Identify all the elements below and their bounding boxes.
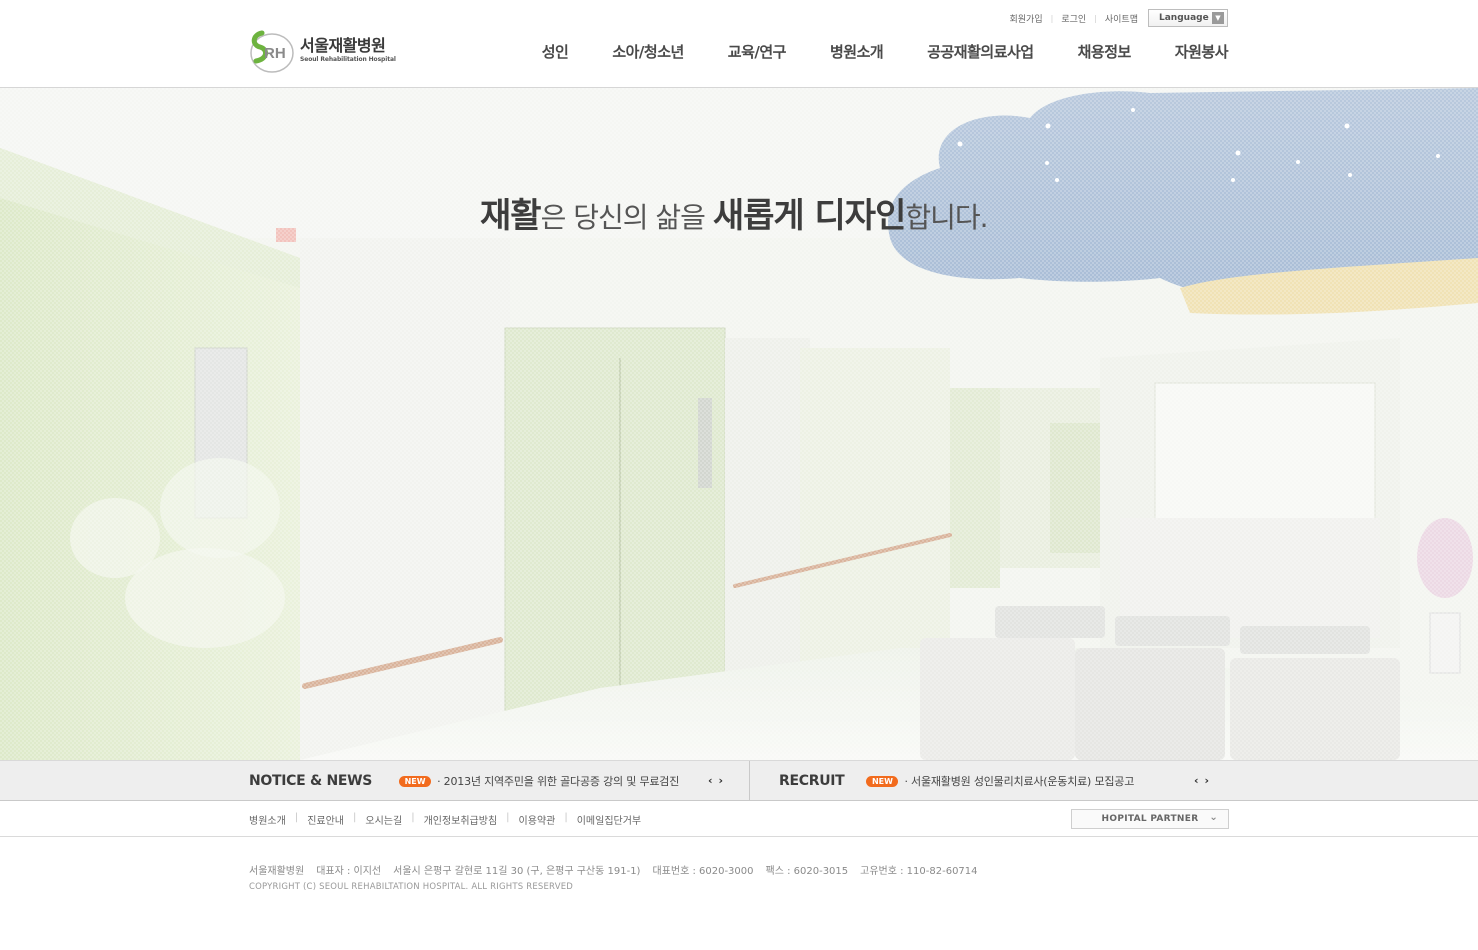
business-number: 고유번호 : 110-82-60714 [860, 866, 978, 877]
prev-arrow-icon[interactable]: ‹ [708, 774, 713, 787]
divider: | [1094, 13, 1097, 23]
footer-link-privacy[interactable]: 개인정보취급방침 [424, 812, 498, 827]
prev-arrow-icon[interactable]: ‹ [1194, 774, 1199, 787]
new-badge: NEW [866, 775, 899, 787]
footer-address-line: 서울재활병원 대표자 : 이지선 서울시 은평구 갈현로 11길 30 (구, … [249, 862, 990, 877]
sitemap-link[interactable]: 사이트맵 [1105, 12, 1138, 25]
join-link[interactable]: 회원가입 [1010, 12, 1043, 25]
new-badge: NEW [399, 775, 432, 787]
hero-banner: 재활은 당신의 삶을 새롭게 디자인합니다. [0, 88, 1478, 760]
next-arrow-icon[interactable]: › [1205, 774, 1210, 787]
nav-adult[interactable]: 성인 [542, 41, 569, 62]
notice-block: NOTICE & NEWS NEW · 2013년 지역주민을 위한 골다공증 … [249, 761, 679, 801]
copyright: COPYRIGHT (C) SEOUL REHABILTATION HOSPIT… [249, 882, 574, 892]
nav-volunteer[interactable]: 자원봉사 [1175, 41, 1229, 62]
nav-children[interactable]: 소아/청소년 [612, 41, 684, 62]
language-select[interactable]: Language ▼ [1148, 9, 1228, 27]
recruit-headline[interactable]: · 서울재활병원 성인물리치료사(운동치료) 모집공고 [904, 773, 1134, 789]
divider [749, 761, 750, 801]
nav-education[interactable]: 교육/연구 [728, 41, 787, 62]
phone: 대표번호 : 6020-3000 [652, 866, 754, 877]
main-nav: 성인 소아/청소년 교육/연구 병원소개 공공재활의료사업 채용정보 자원봉사 [498, 41, 1229, 62]
divider: | [411, 812, 415, 823]
notice-title[interactable]: NOTICE & NEWS [249, 773, 372, 789]
footer-info: 서울재활병원 대표자 : 이지선 서울시 은평구 갈현로 11길 30 (구, … [249, 862, 990, 892]
address: 서울시 은평구 갈현로 11길 30 (구, 은평구 구산동 191-1) [393, 866, 641, 877]
srh-logo-icon: RH [248, 25, 298, 75]
recruit-block: RECRUIT NEW · 서울재활병원 성인물리치료사(운동치료) 모집공고 [779, 761, 1134, 801]
divider: | [564, 812, 568, 823]
notice-bar: NOTICE & NEWS NEW · 2013년 지역주민을 위한 골다공증 … [0, 760, 1478, 801]
utility-links: 회원가입 | 로그인 | 사이트맵 Language ▼ [1010, 9, 1228, 27]
chevron-down-icon: ⌄ [1209, 812, 1218, 823]
recruit-title[interactable]: RECRUIT [779, 773, 845, 789]
footer-link-directions[interactable]: 오시는길 [365, 812, 402, 827]
site-header: RH 서울재활병원 Seoul Rehabilitation Hospital … [0, 0, 1478, 88]
footer-link-guide[interactable]: 진료안내 [307, 812, 344, 827]
hero-slogan: 재활은 당신의 삶을 새롭게 디자인합니다. [480, 188, 989, 237]
footer-link-email-refusal[interactable]: 이메일집단거부 [577, 812, 641, 827]
chevron-down-icon: ▼ [1212, 12, 1224, 24]
logo[interactable]: RH 서울재활병원 Seoul Rehabilitation Hospital [248, 24, 398, 76]
ceo-name: 대표자 : 이지선 [316, 866, 382, 877]
logo-text: 서울재활병원 Seoul Rehabilitation Hospital [300, 35, 396, 64]
svg-text:RH: RH [264, 45, 286, 62]
footer-link-list: 병원소개 | 진료안내 | 오시는길 | 개인정보취급방침 | 이용약관 | 이… [249, 812, 641, 827]
nav-recruit[interactable]: 채용정보 [1078, 41, 1132, 62]
partner-label: HOPITAL PARTNER [1101, 814, 1199, 824]
footer-link-terms[interactable]: 이용약관 [519, 812, 556, 827]
footer-links: 병원소개 | 진료안내 | 오시는길 | 개인정보취급방침 | 이용약관 | 이… [0, 801, 1478, 837]
divider: | [294, 812, 299, 823]
logo-english: Seoul Rehabilitation Hospital [300, 55, 396, 63]
language-label: Language [1159, 13, 1209, 23]
nav-about[interactable]: 병원소개 [830, 41, 884, 62]
slogan-part-3: 새롭게 디자인 [712, 196, 907, 236]
footer-link-about[interactable]: 병원소개 [249, 812, 286, 827]
divider: | [506, 812, 510, 823]
hospital-partner-select[interactable]: HOPITAL PARTNER ⌄ [1071, 809, 1229, 829]
login-link[interactable]: 로그인 [1061, 12, 1086, 25]
slogan-part-1: 재활 [480, 196, 542, 236]
next-arrow-icon[interactable]: › [719, 774, 724, 787]
divider: | [1050, 13, 1054, 23]
recruit-arrows: ‹ › [1194, 774, 1215, 787]
nav-public-project[interactable]: 공공재활의료사업 [927, 41, 1034, 62]
logo-korean: 서울재활병원 [300, 35, 386, 55]
hospital-name: 서울재활병원 [249, 866, 305, 877]
notice-arrows: ‹ › [708, 774, 729, 787]
slogan-part-4: 합니다. [905, 201, 988, 234]
notice-headline[interactable]: · 2013년 지역주민을 위한 골다공증 강의 및 무료검진 [437, 773, 679, 789]
slogan-part-2: 은 당신의 삶을 [540, 201, 713, 234]
fax: 팩스 : 6020-3015 [765, 866, 849, 877]
divider: | [353, 812, 357, 823]
